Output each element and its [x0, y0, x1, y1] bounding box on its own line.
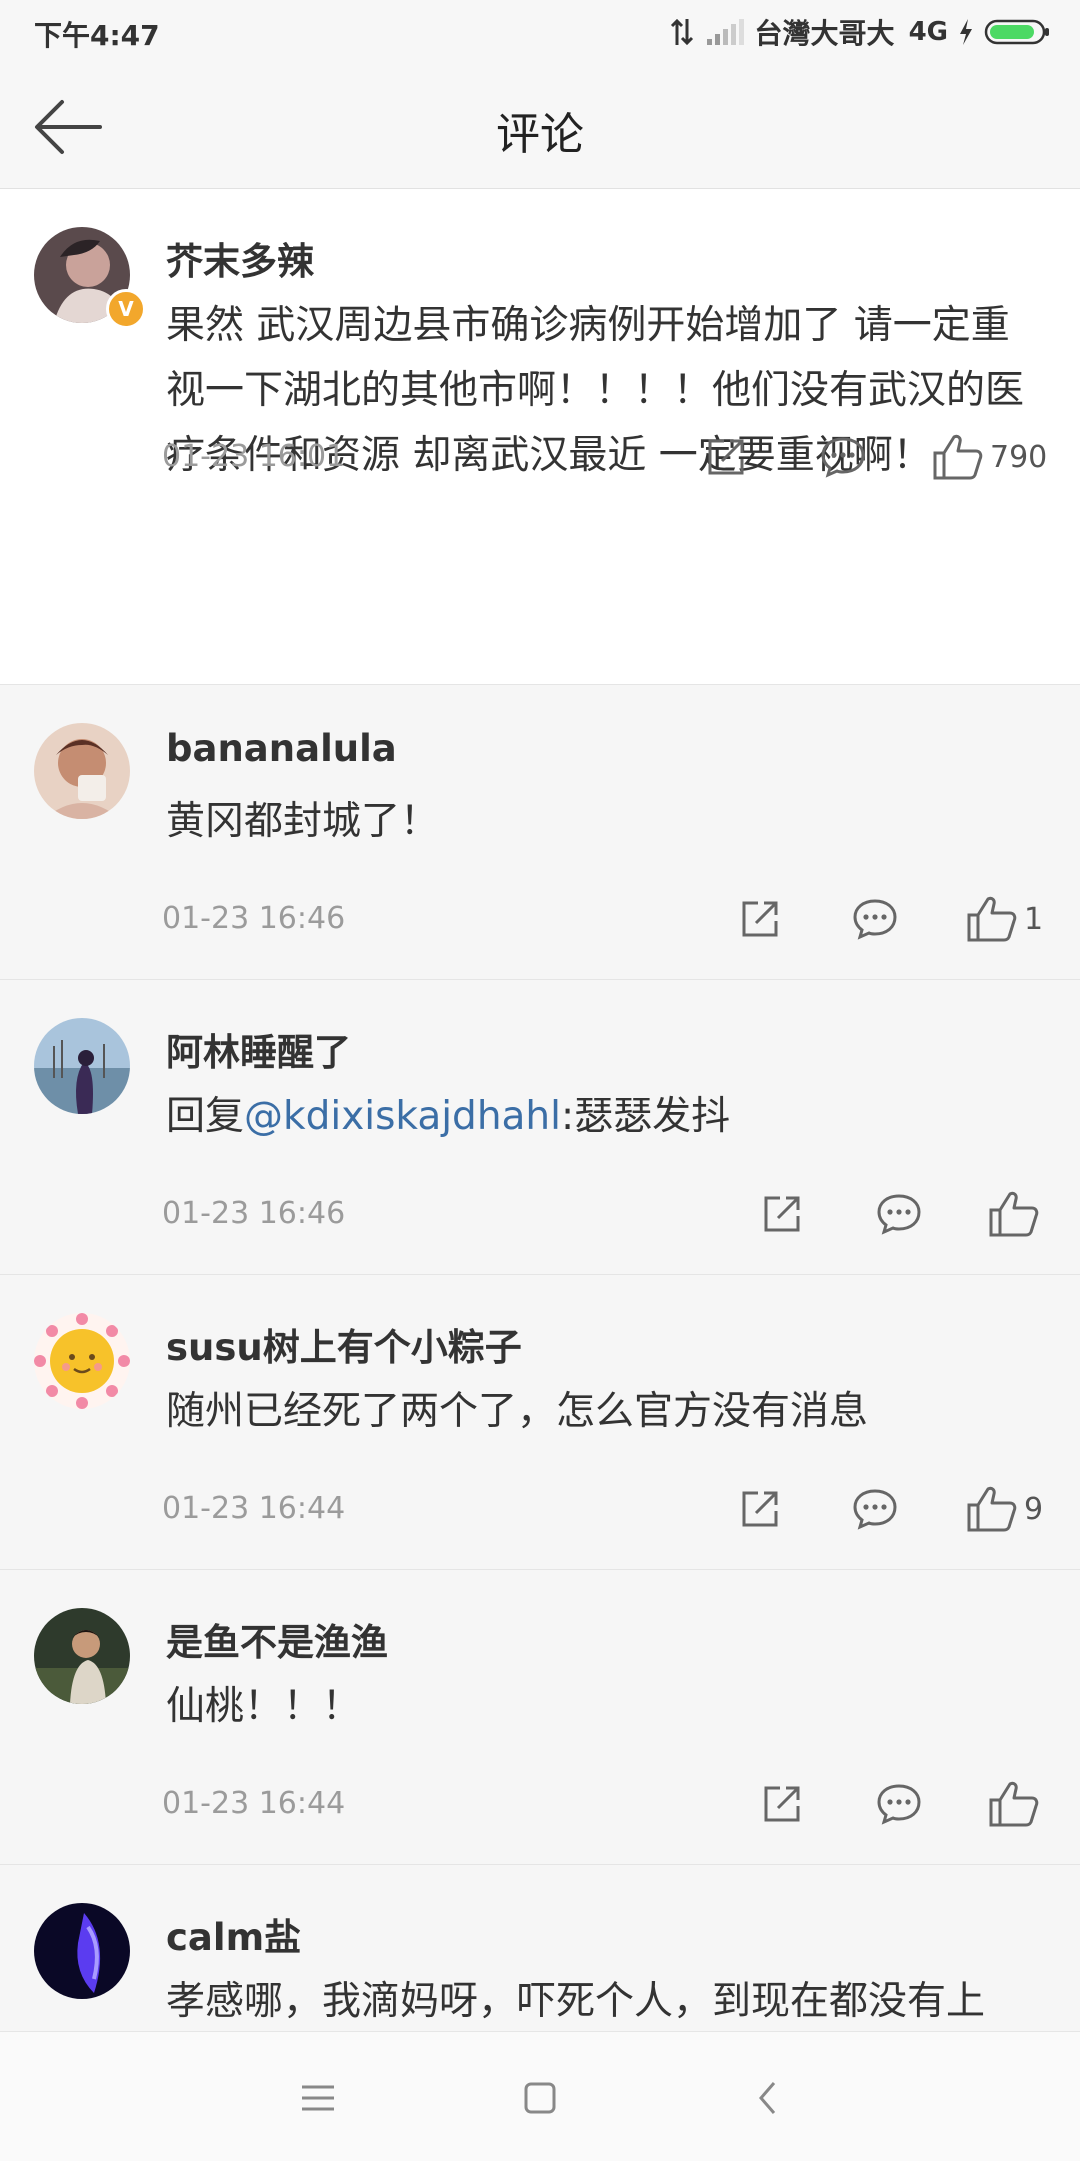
network-type: 4G [908, 17, 948, 47]
comment-text: 黄冈都封城了！ [166, 799, 440, 844]
like-count: 790 [990, 439, 1048, 475]
menu-icon [302, 2085, 334, 2111]
signal-icon [706, 19, 744, 45]
comment-text: 随州已经死了两个了，怎么官方没有消息 [166, 1389, 869, 1434]
comment-time: 01-23 16:46 [162, 901, 346, 936]
username[interactable]: calm盐 [166, 1907, 301, 1961]
comment-time: 01-23 16:44 [162, 1786, 346, 1821]
avatar[interactable] [34, 1608, 130, 1704]
comment-item[interactable]: 阿林睡醒了 回复@kdixiskajdhahl:瑟瑟发抖 01-23 16:46 [0, 980, 1080, 1275]
reply-button[interactable] [876, 1192, 922, 1236]
comment-item[interactable]: calm盐 孝感哪，我滴妈呀，吓死个人，到现在都没有上 [0, 1865, 1080, 2031]
comment-text: 回复@kdixiskajdhahl:瑟瑟发抖 [166, 1084, 1026, 1149]
share-button[interactable] [738, 897, 782, 941]
menu-button[interactable] [290, 2070, 346, 2126]
like-button[interactable]: 9 [966, 1485, 1043, 1533]
comment-time: 01-23 16:01 [162, 439, 346, 474]
comment-time: 01-23 16:46 [162, 1196, 346, 1231]
share-icon [708, 439, 744, 475]
header-bar: 评论 [0, 64, 1080, 189]
username[interactable]: 是鱼不是渔渔 [166, 1612, 388, 1666]
reply-button[interactable] [852, 1487, 898, 1531]
avatar[interactable] [34, 723, 130, 819]
comment-time: 01-23 16:44 [162, 1491, 346, 1526]
like-button[interactable]: 1 [966, 895, 1043, 943]
share-button[interactable] [760, 1192, 804, 1236]
thumbs-up-icon [989, 1781, 1039, 1827]
data-transfer-icon [670, 18, 693, 46]
status-bar: 下午4:47 台灣大哥大 4G [0, 0, 1080, 64]
charging-icon [960, 19, 972, 45]
back-icon [759, 2082, 776, 2114]
comment-icon [877, 1784, 921, 1825]
battery-icon [984, 19, 1049, 45]
share-icon [742, 901, 778, 937]
comment-icon [821, 437, 865, 478]
comment-icon [853, 1489, 897, 1530]
comment-icon [877, 1194, 921, 1235]
home-button[interactable] [512, 2070, 568, 2126]
share-icon [742, 1491, 778, 1527]
share-button[interactable] [704, 435, 748, 479]
comment-item[interactable]: V 芥末多辣 果然 武汉周边县市确诊病例开始增加了 请一定重视一下湖北的其他市啊… [0, 189, 1080, 685]
status-indicators: 台灣大哥大 4G [669, 12, 1050, 52]
thumbs-up-icon [989, 1191, 1039, 1237]
username[interactable]: susu树上有个小粽子 [166, 1317, 522, 1371]
comment-item[interactable]: susu树上有个小粽子 随州已经死了两个了，怎么官方没有消息 01-23 16:… [0, 1275, 1080, 1570]
like-count: 1 [1024, 901, 1044, 937]
comment-text: 孝感哪，我滴妈呀，吓死个人，到现在都没有上 [166, 1979, 986, 2024]
mention-link[interactable]: @kdixiskajdhahl [244, 1094, 561, 1139]
comment-item[interactable]: 是鱼不是渔渔 仙桃！！！ 01-23 16:44 [0, 1570, 1080, 1865]
avatar[interactable] [34, 1018, 130, 1114]
thumbs-up-icon [967, 1486, 1017, 1532]
comment-icon [853, 899, 897, 940]
like-button[interactable] [988, 1780, 1046, 1828]
carrier-name: 台灣大哥大 [754, 17, 895, 50]
system-back-button[interactable] [740, 2070, 796, 2126]
reply-button[interactable] [852, 897, 898, 941]
like-count: 9 [1024, 1491, 1044, 1527]
thumbs-up-icon [967, 896, 1017, 942]
share-icon [764, 1196, 800, 1232]
avatar[interactable] [34, 1903, 130, 1999]
username[interactable]: bananalula [166, 727, 397, 770]
reply-prefix: 回复 [166, 1094, 245, 1139]
like-button[interactable]: 790 [932, 433, 1047, 481]
share-icon [764, 1786, 800, 1822]
username[interactable]: 芥末多辣 [166, 231, 314, 285]
home-icon [524, 2082, 556, 2114]
share-button[interactable] [760, 1782, 804, 1826]
thumbs-up-icon [933, 434, 983, 480]
comment-item[interactable]: bananalula 黄冈都封城了！ 01-23 16:46 1 [0, 685, 1080, 980]
share-button[interactable] [738, 1487, 782, 1531]
system-nav-bar [0, 2031, 1080, 2161]
username[interactable]: 阿林睡醒了 [166, 1022, 351, 1076]
comment-list[interactable]: V 芥末多辣 果然 武汉周边县市确诊病例开始增加了 请一定重视一下湖北的其他市啊… [0, 189, 1080, 2031]
reply-button[interactable] [820, 435, 866, 479]
page-title: 评论 [496, 109, 584, 160]
reply-button[interactable] [876, 1782, 922, 1826]
avatar[interactable] [34, 1313, 130, 1409]
verified-badge: V [106, 289, 146, 329]
status-time: 下午4:47 [34, 19, 160, 52]
like-button[interactable] [988, 1190, 1046, 1238]
comment-text: 仙桃！！！ [166, 1684, 362, 1729]
reply-text: :瑟瑟发抖 [561, 1094, 731, 1139]
